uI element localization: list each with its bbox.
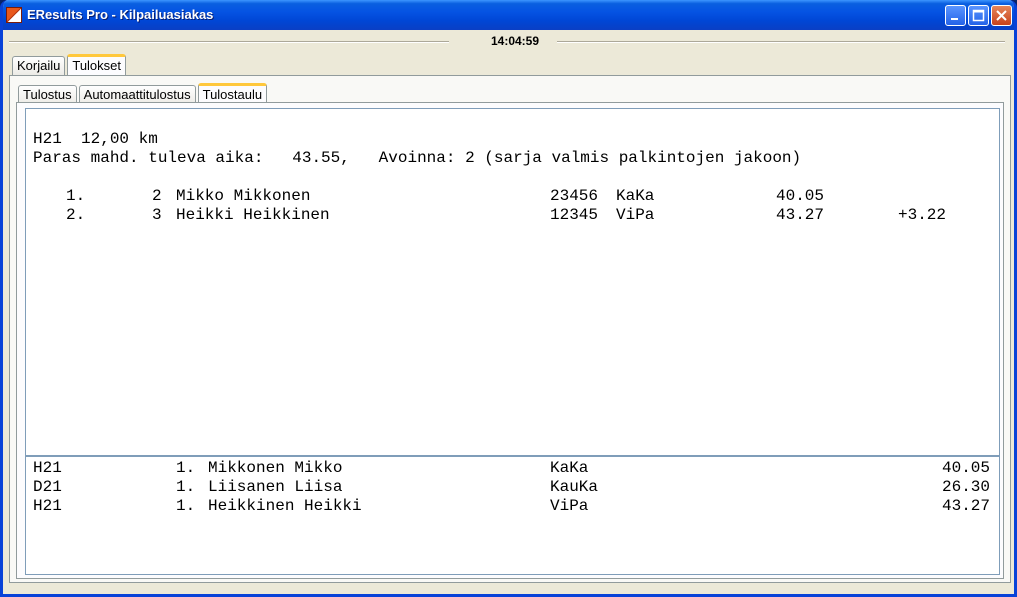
result-board: H21 12,00 km Paras mahd. tuleva aika: 43… (25, 108, 1000, 575)
class-heading: H21 12,00 km (33, 130, 158, 148)
maximize-button[interactable] (968, 5, 989, 26)
result-position: 1. (66, 187, 86, 205)
app-logo-icon[interactable] (6, 7, 22, 23)
latest-position: 1. (176, 459, 196, 477)
clock-display: 14:04:59 (490, 34, 540, 48)
latest-position: 1. (176, 497, 196, 515)
latest-time: 26.30 (941, 478, 990, 496)
clock-bar: 14:04:59 (9, 32, 1011, 52)
tab-tulokset[interactable]: Tulokset (67, 54, 127, 76)
result-bib: 2 (152, 187, 162, 205)
result-club: ViPa (616, 206, 655, 224)
latest-name: Liisanen Liisa (208, 478, 343, 496)
latest-time: 43.27 (941, 497, 990, 515)
title-bar[interactable]: EResults Pro - Kilpailuasiakas (3, 0, 1014, 30)
sub-tab-bar: Tulostus Automaattitulostus Tulostaulu (18, 82, 269, 105)
result-diff: +3.22 (897, 206, 946, 224)
minimize-icon (951, 18, 958, 20)
maximize-icon (972, 9, 985, 22)
latest-class: D21 (33, 478, 62, 496)
close-button[interactable] (991, 5, 1012, 26)
result-position: 2. (66, 206, 86, 224)
latest-class: H21 (33, 459, 62, 477)
latest-class: H21 (33, 497, 62, 515)
latest-name: Heikkinen Heikki (208, 497, 362, 515)
result-time: 40.05 (775, 187, 824, 205)
result-emit: 23456 (550, 187, 599, 205)
result-club: KaKa (616, 187, 655, 205)
board-divider (26, 455, 999, 457)
window-title: EResults Pro - Kilpailuasiakas (27, 7, 214, 22)
latest-club: KauKa (550, 478, 599, 496)
latest-name: Mikkonen Mikko (208, 459, 343, 477)
latest-club: KaKa (550, 459, 589, 477)
latest-time: 40.05 (941, 459, 990, 477)
best-possible-time-line: Paras mahd. tuleva aika: 43.55, Avoinna:… (33, 149, 802, 167)
clock-bar-left-groove (9, 41, 449, 43)
tab-korjailu[interactable]: Korjailu (12, 56, 66, 75)
result-bib: 3 (152, 206, 162, 224)
close-icon (996, 10, 1007, 21)
main-tab-bar: Korjailu Tulokset (12, 53, 128, 76)
minimize-button[interactable] (945, 5, 966, 26)
result-time: 43.27 (775, 206, 824, 224)
latest-club: ViPa (550, 497, 589, 515)
result-name: Mikko Mikkonen (176, 187, 311, 205)
app-window: EResults Pro - Kilpailuasiakas 14:04:59 … (0, 0, 1017, 597)
clock-bar-right-groove (557, 41, 1005, 43)
result-name: Heikki Heikkinen (176, 206, 330, 224)
latest-position: 1. (176, 478, 196, 496)
result-emit: 12345 (550, 206, 599, 224)
